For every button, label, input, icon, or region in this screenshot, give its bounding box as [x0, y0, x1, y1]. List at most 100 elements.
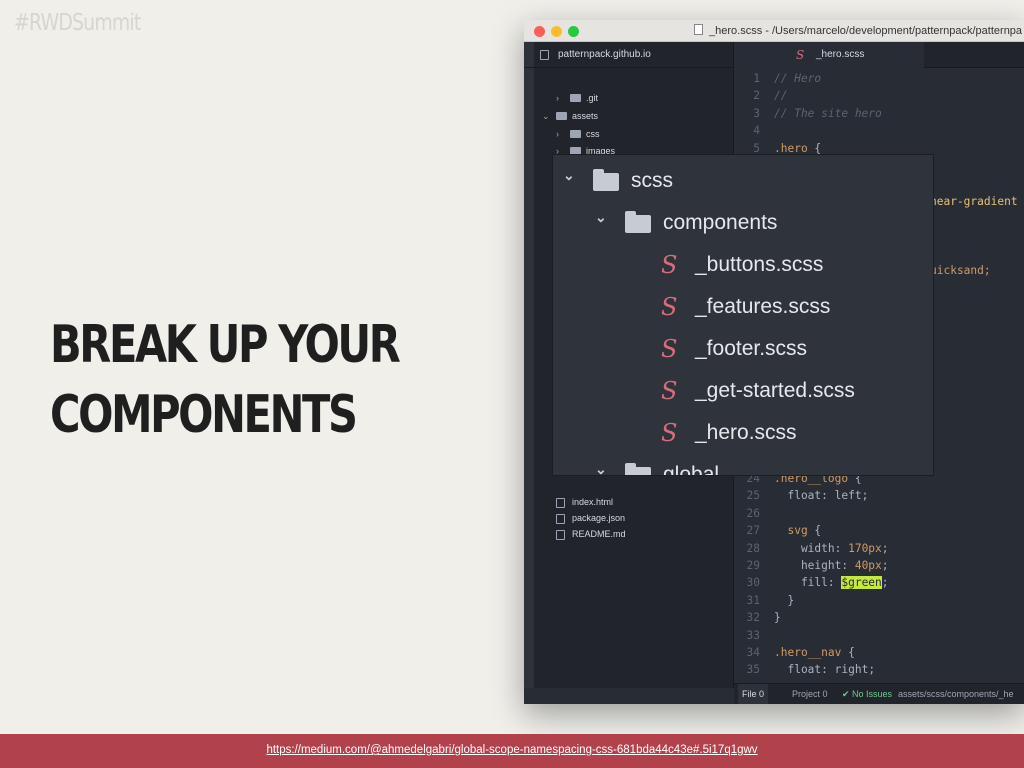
code-token: ;: [881, 541, 889, 555]
line-number: 35: [746, 663, 760, 677]
project-name: patternpack.github.io: [558, 49, 651, 60]
sass-icon: S: [661, 377, 678, 405]
code-property: height:: [774, 559, 855, 572]
project-root[interactable]: patternpack.github.io: [524, 42, 733, 68]
markdown-file-icon: [556, 530, 565, 540]
status-project-issues[interactable]: Project 0: [792, 684, 828, 704]
source-link[interactable]: https://medium.com/@ahmedelgabri/global-…: [0, 744, 1024, 756]
code-comment: // Hero: [774, 72, 822, 85]
line-number: 30: [746, 576, 760, 590]
slide-title-line-2: COMPONENTS: [50, 385, 358, 445]
code-text: }: [774, 593, 795, 607]
code-line: 31 }: [734, 592, 795, 609]
code-variable-highlight: $green: [841, 576, 882, 590]
tree-item-label: package.json: [572, 513, 626, 523]
code-property: float:: [774, 489, 835, 503]
code-line: 35 float: right;: [734, 661, 876, 678]
zoom-window-button[interactable]: [568, 26, 579, 37]
status-file-path[interactable]: assets/scss/components/_he: [898, 684, 1014, 704]
window-title: _hero.scss - /Users/marcelo/development/…: [694, 24, 1022, 37]
code-number: 40px: [854, 559, 882, 572]
tree-item-label: assets: [572, 111, 599, 121]
line-number: 26: [746, 506, 760, 520]
code-line-fragment: near-gradient: [930, 193, 1018, 210]
repo-icon: [540, 50, 549, 60]
code-value: right: [834, 663, 869, 677]
status-bar: File 0 Project 0 ✔ No Issues assets/scss…: [734, 683, 1024, 704]
code-line-fragment: uicksand;: [930, 262, 991, 279]
code-token: {: [807, 524, 822, 538]
code-comment: // The site hero: [774, 106, 882, 120]
line-number: 1: [753, 72, 760, 85]
code-token: ;: [861, 489, 869, 503]
code-selector: .hero__nav: [774, 646, 842, 659]
tree-item-label: README.md: [572, 529, 626, 539]
code-line: 27 svg {: [734, 522, 822, 539]
code-property: fill:: [774, 576, 842, 590]
status-linter[interactable]: ✔ No Issues: [842, 684, 892, 704]
sass-icon: S: [661, 251, 678, 279]
tree-item-label: index.html: [572, 497, 614, 507]
code-token: {: [807, 141, 822, 155]
folder-icon: [593, 169, 619, 191]
zoomed-item-label: scss: [631, 169, 673, 192]
slide-title-line-1: BREAK UP YOUR: [50, 315, 401, 375]
close-window-button[interactable]: [534, 26, 545, 37]
tab-hero-scss[interactable]: S _hero.scss: [734, 42, 924, 68]
line-number: 32: [746, 611, 760, 625]
minimize-window-button[interactable]: [551, 26, 562, 37]
tab-label: _hero.scss: [816, 49, 865, 60]
sass-icon: S: [661, 335, 678, 363]
zoomed-item-label: _get-started.scss: [695, 379, 855, 402]
code-line: 28 width: 170px;: [734, 540, 889, 557]
zoomed-item-label: _footer.scss: [695, 337, 808, 360]
sass-icon: S: [661, 419, 678, 447]
folder-icon: [556, 112, 567, 120]
zoomed-file-tree: ⌄ scss ⌄ components S _buttons.scss S _features…: [552, 154, 934, 476]
code-line: 26: [734, 505, 774, 522]
code-selector: .hero: [774, 141, 808, 155]
code-token: {: [841, 646, 855, 659]
line-number: 27: [746, 524, 760, 538]
tree-item-label: css: [586, 129, 600, 139]
folder-icon: [570, 130, 581, 138]
code-line: 33: [734, 627, 774, 644]
code-line: 30 fill: $green;: [734, 574, 889, 591]
chevron-right-icon: ›: [556, 129, 559, 139]
window-titlebar: _hero.scss - /Users/marcelo/development/…: [524, 20, 1024, 42]
line-number: 25: [746, 489, 760, 503]
code-line: 3 // The site hero: [734, 105, 882, 122]
code-line: 2 //: [734, 87, 787, 104]
code-token: near-gradient: [930, 195, 1018, 208]
line-number: 29: [746, 559, 760, 572]
chevron-right-icon: ›: [556, 93, 559, 103]
code-line: 25 float: left;: [734, 487, 869, 504]
status-file-issues[interactable]: File 0: [738, 684, 769, 704]
git-folder-icon: [570, 94, 581, 102]
code-line: 4: [734, 122, 774, 139]
zoomed-item-label: global: [663, 463, 720, 476]
window-title-text: _hero.scss - /Users/marcelo/development/…: [709, 25, 1023, 37]
code-token: uicksand;: [930, 264, 991, 277]
chevron-down-icon: ⌄: [563, 167, 575, 183]
sass-icon: S: [661, 293, 678, 321]
file-icon: [556, 498, 565, 508]
chevron-down-icon: ⌄: [595, 209, 607, 225]
document-icon: [694, 24, 703, 35]
zoomed-item-label: _hero.scss: [695, 421, 797, 444]
zoomed-item-label: _buttons.scss: [695, 253, 824, 276]
chevron-down-icon: ⌄: [595, 461, 607, 476]
chevron-down-icon: ⌄: [542, 111, 550, 121]
tree-item-label: .git: [586, 93, 599, 103]
line-number: 33: [746, 628, 760, 642]
folder-icon: [625, 463, 651, 475]
folder-icon: [625, 211, 651, 233]
zoomed-item-label: _features.scss: [695, 295, 831, 318]
tree-panel-gutter: [524, 42, 534, 688]
line-number: 2: [753, 89, 760, 103]
code-token: ;: [868, 663, 876, 677]
code-value: left: [834, 489, 862, 503]
sass-icon: S: [796, 48, 805, 62]
code-line: 32}: [734, 609, 781, 626]
line-number: 3: [753, 106, 760, 120]
